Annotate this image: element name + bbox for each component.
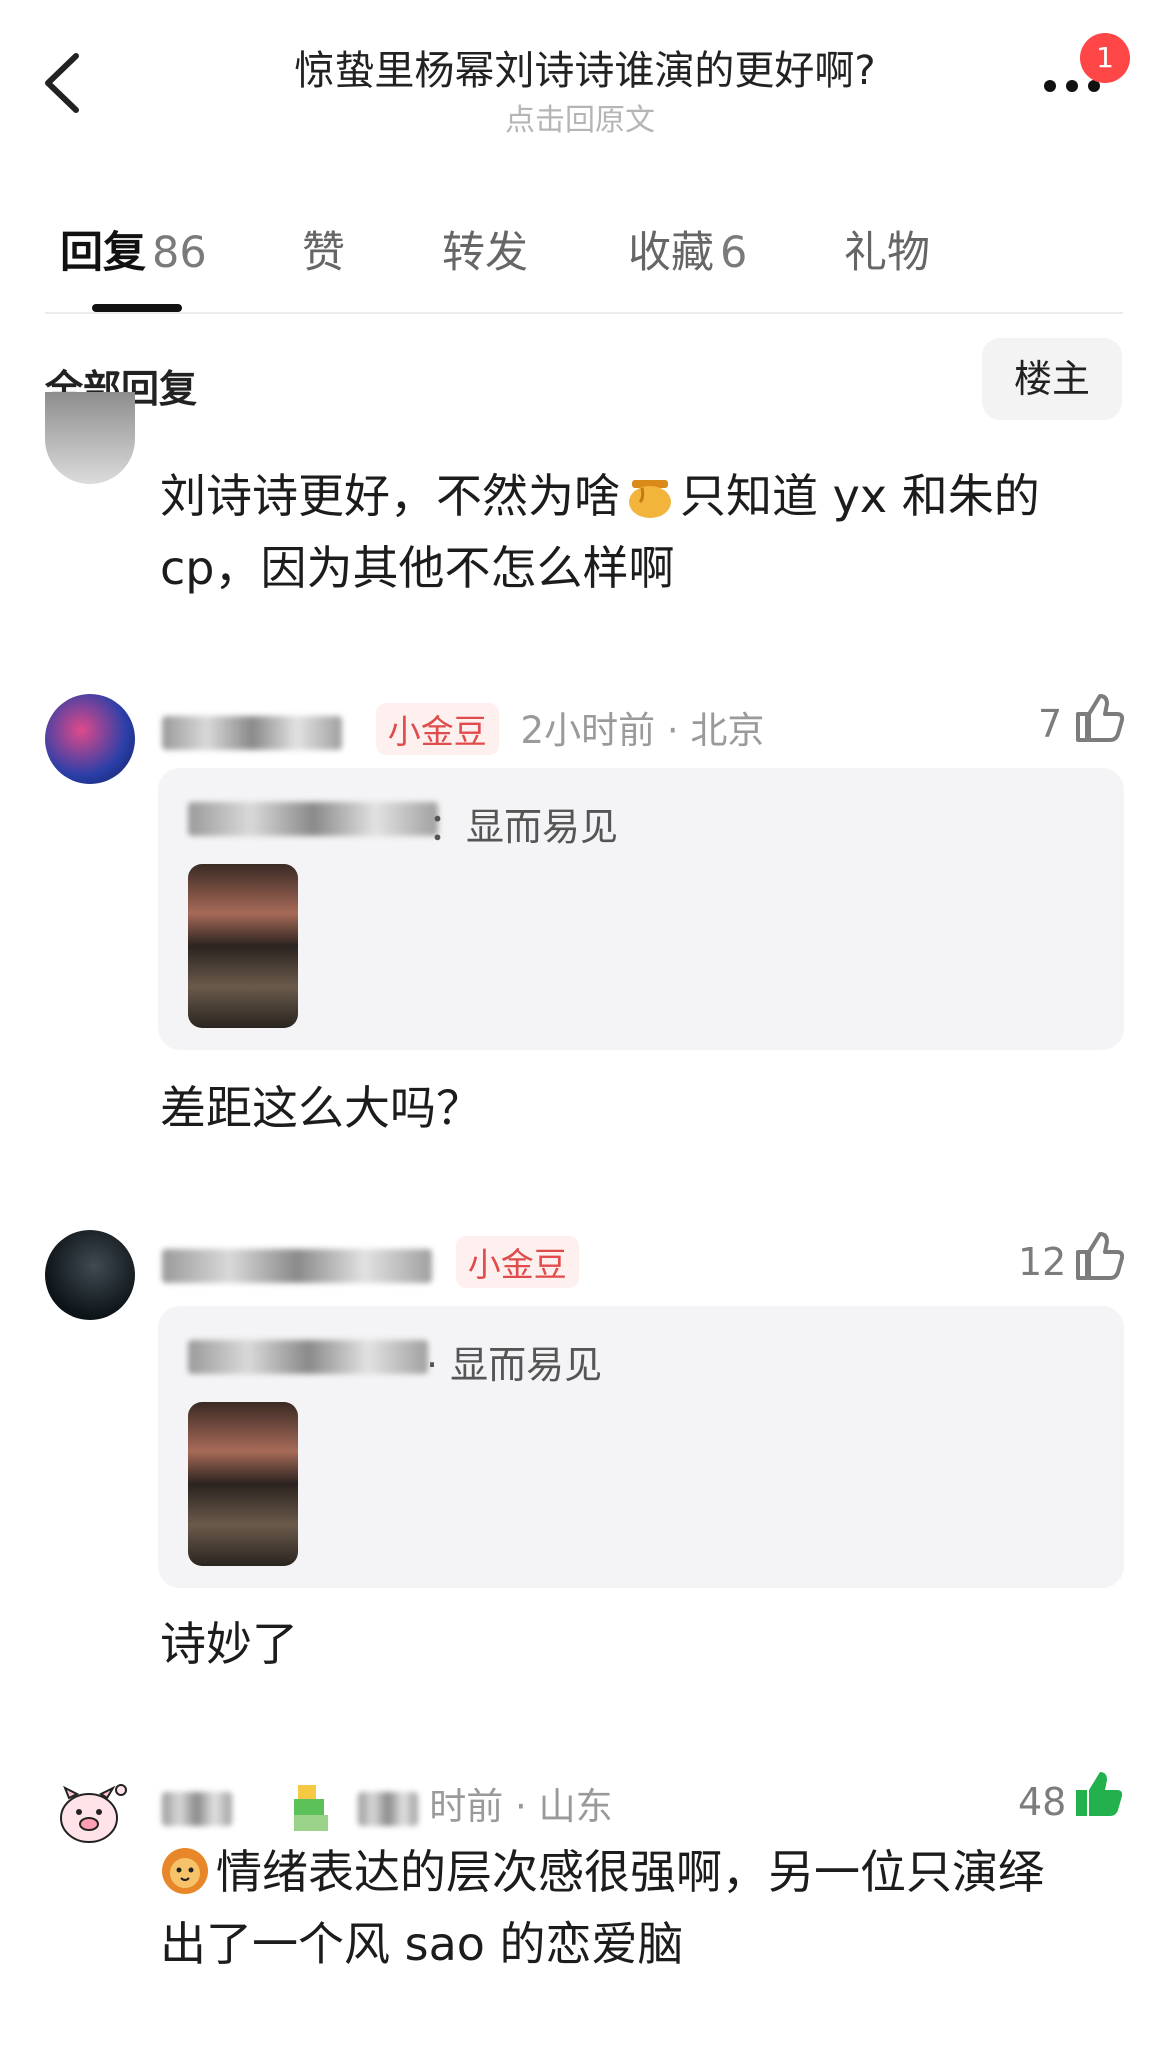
view-original-link[interactable]: 点击回原文: [380, 95, 780, 139]
thumbs-up-filled-icon: [1076, 1772, 1123, 1816]
tab-favorites[interactable]: 收藏 6: [628, 218, 747, 280]
comment-meta: 小金豆: [162, 1236, 589, 1288]
avatar[interactable]: [45, 1230, 135, 1320]
like-count: 12: [1018, 1240, 1067, 1284]
owner-only-button[interactable]: 楼主: [982, 338, 1122, 420]
pig-avatar-icon: [60, 1784, 127, 1843]
tab-likes[interactable]: 赞: [302, 218, 345, 280]
thumbs-up-icon: [1076, 694, 1125, 742]
avatar[interactable]: [45, 392, 135, 484]
active-tab-indicator: [92, 304, 182, 312]
like-button[interactable]: [1072, 692, 1125, 748]
username-blurred[interactable]: [162, 1248, 432, 1283]
chevron-left-icon: [45, 53, 79, 113]
avatar[interactable]: [45, 694, 135, 784]
quoted-user-blurred: [188, 802, 438, 836]
avatar[interactable]: [45, 1768, 135, 1858]
comment-text: 刘诗诗更好，不然为啥 只知道 yx 和朱的 cp，因为其他不怎么样啊: [160, 468, 1040, 595]
honey-pot-icon: [624, 468, 676, 520]
quoted-image[interactable]: [188, 864, 298, 1028]
divider: [45, 312, 1123, 314]
lion-icon: [160, 1844, 210, 1894]
like-count: 7: [1038, 702, 1063, 746]
notification-badge: 1: [1080, 33, 1130, 83]
like-button[interactable]: [1072, 1230, 1125, 1286]
tab-reposts[interactable]: 转发: [442, 218, 528, 280]
username-blurred[interactable]: [162, 715, 342, 750]
tab-gifts[interactable]: 礼物: [844, 218, 930, 280]
level-badge-icon: [290, 1784, 332, 1833]
quoted-image[interactable]: [188, 1402, 298, 1566]
like-count: 48: [1018, 1780, 1067, 1824]
thumbs-up-icon: [1076, 1232, 1125, 1280]
back-button[interactable]: [38, 48, 98, 118]
quoted-user-blurred: [188, 1340, 428, 1374]
like-button[interactable]: [1072, 1768, 1124, 1824]
quoted-reply[interactable]: ：显而易见: [158, 768, 1124, 1050]
gold-bean-badge: 小金豆: [455, 1236, 579, 1288]
username-blurred[interactable]: [162, 1791, 232, 1826]
gold-bean-badge: 小金豆: [375, 703, 499, 755]
comment-text: 诗妙了: [160, 1617, 298, 1671]
comment-text: 差距这么大吗？: [160, 1081, 482, 1135]
time-blurred: [357, 1791, 418, 1826]
comment-meta: 时前 · 山东: [162, 1776, 613, 1833]
page-title: 惊蛰里杨幂刘诗诗谁演的更好啊?: [294, 48, 876, 94]
quoted-reply[interactable]: · 显而易见: [158, 1306, 1124, 1588]
comment-text: 情绪表达的层次感很强啊，另一位只演绎 出了一个风 sao 的恋爱脑: [160, 1844, 1044, 1971]
comment-meta: 小金豆 2小时前 · 北京: [162, 700, 764, 755]
tab-replies[interactable]: 回复 86: [60, 218, 207, 280]
